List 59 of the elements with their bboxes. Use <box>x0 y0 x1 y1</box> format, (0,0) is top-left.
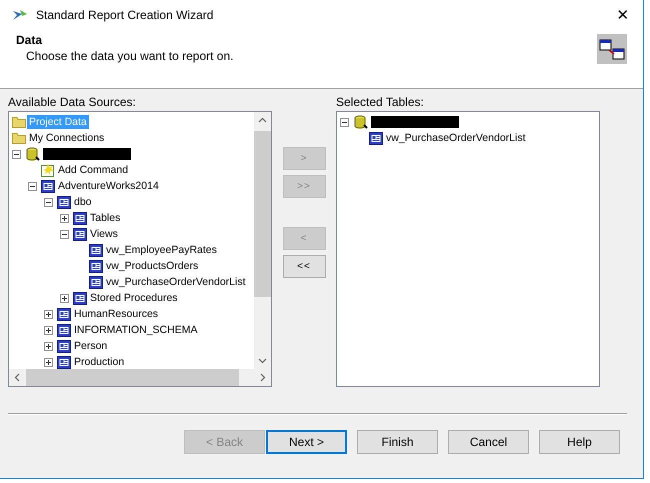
expand-toggle[interactable] <box>44 310 53 318</box>
collapse-toggle[interactable] <box>28 182 37 190</box>
table-icon <box>73 212 87 224</box>
collapse-toggle[interactable] <box>12 150 21 158</box>
table-icon <box>57 356 71 368</box>
tree-item[interactable]: Add Command <box>56 163 130 177</box>
page-subtitle: Choose the data you want to report on. <box>26 49 234 63</box>
tree-item[interactable]: My Connections <box>27 131 106 145</box>
scrollbar-thumb[interactable] <box>254 131 271 297</box>
table-icon <box>57 340 71 352</box>
window-title: Standard Report Creation Wizard <box>36 8 214 22</box>
expand-toggle[interactable] <box>44 326 53 334</box>
table-icon <box>89 244 103 256</box>
database-icon <box>353 115 368 129</box>
wizard-button[interactable]: Help <box>539 430 620 454</box>
table-icon <box>89 260 103 272</box>
expand-toggle[interactable] <box>60 294 69 302</box>
tree-item[interactable]: INFORMATION_SCHEMA <box>72 323 200 337</box>
tree-item[interactable]: Tables <box>88 211 122 225</box>
tree-item[interactable]: Views <box>88 227 120 241</box>
add-command-icon <box>41 163 55 177</box>
tree-item[interactable]: vw_ProductsOrders <box>104 259 200 273</box>
wizard-icon <box>12 8 28 22</box>
tree-item[interactable]: dbo <box>72 195 94 209</box>
panel-label: Selected Tables: <box>336 95 424 111</box>
table-icon <box>57 324 71 336</box>
wizard-button[interactable]: Next > <box>266 430 347 454</box>
folder-icon <box>12 116 26 128</box>
expand-toggle[interactable] <box>44 342 53 350</box>
folder-icon <box>12 132 26 144</box>
tree-item[interactable]: vw_PurchaseOrderVendorList <box>104 275 248 289</box>
tree-item[interactable]: vw_PurchaseOrderVendorList <box>384 131 528 145</box>
table-icon <box>369 132 383 144</box>
close-button[interactable]: ✕ <box>603 0 643 30</box>
tree-item[interactable]: HumanResources <box>72 307 160 321</box>
database-icon <box>25 147 40 161</box>
collapse-toggle[interactable] <box>44 198 53 206</box>
wizard-button[interactable]: Cancel <box>448 430 529 454</box>
panel-label: Available Data Sources: <box>8 95 136 111</box>
scrollbar-thumb[interactable] <box>26 369 239 386</box>
expand-toggle[interactable] <box>60 214 69 222</box>
tree-item[interactable]: vw_EmployeePayRates <box>104 243 219 257</box>
page-title: Data <box>16 33 42 47</box>
table-icon <box>73 228 87 240</box>
table-icon <box>57 196 71 208</box>
collapse-toggle[interactable] <box>340 118 349 126</box>
collapse-toggle[interactable] <box>60 230 69 238</box>
tree-item[interactable]: Person <box>72 339 110 353</box>
table-icon <box>89 276 103 288</box>
tree-item[interactable]: AdventureWorks2014 <box>56 179 161 193</box>
linked-tables-icon <box>597 34 627 64</box>
table-icon <box>57 308 71 320</box>
table-icon <box>73 292 87 304</box>
transfer-button[interactable]: << <box>282 255 326 278</box>
expand-toggle[interactable] <box>44 358 53 366</box>
wizard-button[interactable]: Finish <box>357 430 438 454</box>
table-icon <box>41 180 55 192</box>
tree-item[interactable]: Stored Procedures <box>88 291 180 305</box>
tree-item[interactable]: Production <box>72 355 126 369</box>
